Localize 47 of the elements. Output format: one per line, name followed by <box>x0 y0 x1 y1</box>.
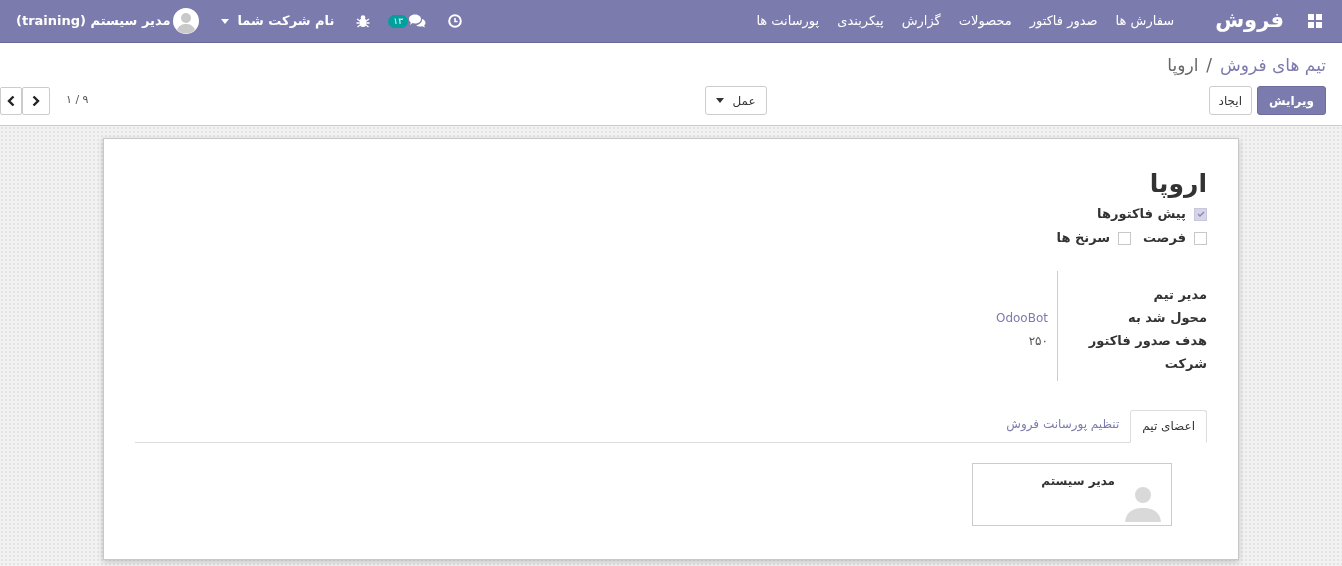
checkbox[interactable] <box>1194 231 1207 245</box>
company-switcher[interactable]: نام شرکت شما <box>221 11 335 31</box>
menu-item[interactable]: پورسانت ها <box>747 11 829 31</box>
field-label: شرکت <box>1164 354 1207 373</box>
field-label: مدیر تیم <box>1153 285 1207 304</box>
member-name: مدیر سیستم <box>1041 473 1115 490</box>
menu-item[interactable]: پیکربندی <box>828 11 893 31</box>
previous-button[interactable] <box>0 86 22 115</box>
create-button[interactable]: ایجاد <box>1208 86 1252 115</box>
pager-text: ۱ / ۹ <box>66 92 89 109</box>
field-label: هدف صدور فاکتور <box>1088 331 1207 350</box>
checkbox-label: سرنخ ها <box>1056 229 1111 248</box>
tab[interactable]: تنظیم پورسانت فروش <box>995 409 1131 442</box>
breadcrumb-link[interactable]: تیم های فروش <box>1220 53 1326 79</box>
tab[interactable]: اعضای تیم <box>1130 410 1207 443</box>
next-button[interactable] <box>22 86 50 115</box>
clock-icon[interactable] <box>448 14 463 28</box>
avatar-icon <box>173 8 200 34</box>
company-name: نام شرکت شما <box>237 12 335 31</box>
chat-icon <box>408 14 427 28</box>
breadcrumb-current: اروپا <box>1167 54 1199 78</box>
checkbox-label: فرصت <box>1143 229 1186 248</box>
app-brand: فروش <box>1215 7 1284 35</box>
menu-item[interactable]: گزارش <box>892 11 950 31</box>
checkbox[interactable] <box>1118 231 1132 245</box>
menu-item[interactable]: محصولات <box>949 11 1021 31</box>
user-name: مدیر سیستم (training) <box>16 12 171 31</box>
field-value: ۲۵۰ <box>1028 332 1049 350</box>
breadcrumb-separator: / <box>1206 54 1213 78</box>
action-dropdown[interactable]: عمل <box>705 86 767 115</box>
bug-icon[interactable] <box>356 14 371 28</box>
chevron-left-icon <box>7 94 15 107</box>
check-icon <box>1196 211 1205 217</box>
chevron-right-icon <box>32 94 40 107</box>
menu-item[interactable]: صدور فاکتور <box>1020 11 1107 31</box>
apps-icon[interactable] <box>1308 14 1322 28</box>
record-title: اروپا <box>1148 168 1207 200</box>
count-badge: ۱۳ <box>388 14 409 28</box>
checkbox-label: پیش فاکتورها <box>1097 205 1186 224</box>
menu-item[interactable]: سفارش ها <box>1106 11 1184 31</box>
field-link[interactable]: OdooBot <box>995 308 1057 327</box>
field-label: محول شد به <box>1128 308 1207 327</box>
user-menu[interactable]: مدیر سیستم (training) <box>16 8 200 34</box>
caret-icon <box>716 98 725 103</box>
edit-button[interactable]: ویرایش <box>1257 86 1326 115</box>
member-card[interactable]: مدیر سیستم <box>972 463 1172 526</box>
caret-icon <box>221 18 230 24</box>
